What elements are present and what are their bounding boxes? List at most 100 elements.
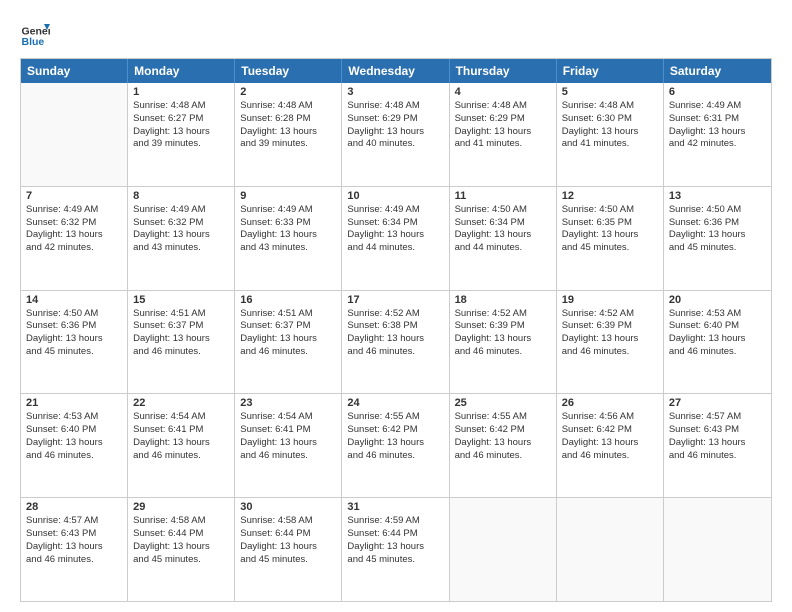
cell-info-line: Daylight: 13 hours — [240, 333, 336, 346]
cell-info-line: and 45 minutes. — [26, 346, 122, 359]
calendar-row: 21Sunrise: 4:53 AMSunset: 6:40 PMDayligh… — [21, 394, 771, 498]
page: General Blue SundayMondayTuesdayWednesda… — [0, 0, 792, 612]
day-number: 11 — [455, 190, 551, 202]
day-number: 4 — [455, 86, 551, 98]
day-number: 8 — [133, 190, 229, 202]
cell-info-line: Sunrise: 4:48 AM — [240, 100, 336, 113]
cell-info-line: Daylight: 13 hours — [133, 437, 229, 450]
calendar-row: 1Sunrise: 4:48 AMSunset: 6:27 PMDaylight… — [21, 83, 771, 187]
calendar-cell — [21, 83, 128, 186]
cell-info-line: Sunset: 6:29 PM — [347, 113, 443, 126]
calendar-cell — [557, 498, 664, 601]
cell-info-line: Sunrise: 4:49 AM — [133, 204, 229, 217]
cell-info-line: and 41 minutes. — [455, 138, 551, 151]
calendar-cell: 25Sunrise: 4:55 AMSunset: 6:42 PMDayligh… — [450, 394, 557, 497]
cell-info-line: Sunrise: 4:49 AM — [26, 204, 122, 217]
day-number: 30 — [240, 501, 336, 513]
cell-info-line: Sunset: 6:32 PM — [26, 217, 122, 230]
day-number: 9 — [240, 190, 336, 202]
weekday-header: Monday — [128, 59, 235, 83]
cell-info-line: Sunrise: 4:58 AM — [133, 515, 229, 528]
cell-info-line: Sunrise: 4:55 AM — [347, 411, 443, 424]
day-number: 7 — [26, 190, 122, 202]
cell-info-line: Sunrise: 4:52 AM — [347, 308, 443, 321]
cell-info-line: Daylight: 13 hours — [669, 437, 766, 450]
cell-info-line: Daylight: 13 hours — [133, 333, 229, 346]
cell-info-line: Sunset: 6:36 PM — [26, 320, 122, 333]
weekday-header: Friday — [557, 59, 664, 83]
calendar-cell: 19Sunrise: 4:52 AMSunset: 6:39 PMDayligh… — [557, 291, 664, 394]
cell-info-line: and 43 minutes. — [240, 242, 336, 255]
cell-info-line: Sunrise: 4:52 AM — [455, 308, 551, 321]
day-number: 1 — [133, 86, 229, 98]
day-number: 23 — [240, 397, 336, 409]
calendar-cell: 21Sunrise: 4:53 AMSunset: 6:40 PMDayligh… — [21, 394, 128, 497]
cell-info-line: Daylight: 13 hours — [455, 229, 551, 242]
cell-info-line: Sunrise: 4:56 AM — [562, 411, 658, 424]
calendar-header: SundayMondayTuesdayWednesdayThursdayFrid… — [21, 59, 771, 83]
day-number: 6 — [669, 86, 766, 98]
cell-info-line: Sunset: 6:31 PM — [669, 113, 766, 126]
calendar-cell — [664, 498, 771, 601]
day-number: 3 — [347, 86, 443, 98]
cell-info-line: and 44 minutes. — [347, 242, 443, 255]
cell-info-line: and 39 minutes. — [133, 138, 229, 151]
calendar-cell — [450, 498, 557, 601]
cell-info-line: Sunset: 6:42 PM — [347, 424, 443, 437]
cell-info-line: and 46 minutes. — [133, 450, 229, 463]
day-number: 17 — [347, 294, 443, 306]
calendar-cell: 15 Sunrise: 4:51 AMSunset: 6:37 PMDayligh… — [128, 291, 235, 394]
cell-info-line: Daylight: 13 hours — [133, 126, 229, 139]
cell-info-line: Sunset: 6:30 PM — [562, 113, 658, 126]
calendar-cell: 6Sunrise: 4:49 AMSunset: 6:31 PMDaylight… — [664, 83, 771, 186]
cell-info-line: Sunrise: 4:57 AM — [26, 515, 122, 528]
weekday-header: Tuesday — [235, 59, 342, 83]
cell-info-line: Daylight: 13 hours — [562, 126, 658, 139]
calendar-body: 1Sunrise: 4:48 AMSunset: 6:27 PMDaylight… — [21, 83, 771, 601]
cell-info-line: and 39 minutes. — [240, 138, 336, 151]
cell-info-line: Sunrise: 4:54 AM — [133, 411, 229, 424]
cell-info-line: Daylight: 13 hours — [347, 333, 443, 346]
cell-info-line: Daylight: 13 hours — [455, 126, 551, 139]
day-number: 18 — [455, 294, 551, 306]
calendar-cell: 17Sunrise: 4:52 AMSunset: 6:38 PMDayligh… — [342, 291, 449, 394]
calendar-cell: 11Sunrise: 4:50 AMSunset: 6:34 PMDayligh… — [450, 187, 557, 290]
calendar: SundayMondayTuesdayWednesdayThursdayFrid… — [20, 58, 772, 602]
cell-info-line: Sunset: 6:37 PM — [133, 320, 229, 333]
cell-info-line: Sunset: 6:44 PM — [240, 528, 336, 541]
cell-info-line: Sunrise: 4:55 AM — [455, 411, 551, 424]
cell-info-line: Sunset: 6:39 PM — [455, 320, 551, 333]
calendar-row: 7Sunrise: 4:49 AMSunset: 6:32 PMDaylight… — [21, 187, 771, 291]
cell-info-line: Sunrise: 4:59 AM — [347, 515, 443, 528]
calendar-cell: 4Sunrise: 4:48 AMSunset: 6:29 PMDaylight… — [450, 83, 557, 186]
calendar-cell: 28Sunrise: 4:57 AMSunset: 6:43 PMDayligh… — [21, 498, 128, 601]
day-number: 29 — [133, 501, 229, 513]
day-number: 20 — [669, 294, 766, 306]
cell-info-line: Daylight: 13 hours — [133, 229, 229, 242]
cell-info-line: and 42 minutes. — [26, 242, 122, 255]
cell-info-line: Daylight: 13 hours — [347, 437, 443, 450]
day-number: 15 — [133, 294, 229, 306]
cell-info-line: Sunrise: 4:48 AM — [133, 100, 229, 113]
cell-info-line: and 44 minutes. — [455, 242, 551, 255]
cell-info-line: and 46 minutes. — [562, 346, 658, 359]
cell-info-line: Sunset: 6:33 PM — [240, 217, 336, 230]
svg-text:Blue: Blue — [22, 36, 45, 48]
weekday-header: Sunday — [21, 59, 128, 83]
cell-info-line: and 45 minutes. — [133, 554, 229, 567]
cell-info-line: Sunset: 6:27 PM — [133, 113, 229, 126]
cell-info-line: and 42 minutes. — [669, 138, 766, 151]
cell-info-line: Daylight: 13 hours — [240, 126, 336, 139]
cell-info-line: Sunrise: 4:51 AM — [133, 308, 229, 321]
cell-info-line: Daylight: 13 hours — [455, 437, 551, 450]
cell-info-line: and 45 minutes. — [240, 554, 336, 567]
cell-info-line: Sunset: 6:37 PM — [240, 320, 336, 333]
cell-info-line: Sunrise: 4:50 AM — [26, 308, 122, 321]
cell-info-line: and 46 minutes. — [455, 450, 551, 463]
cell-info-line: Sunrise: 4:49 AM — [347, 204, 443, 217]
cell-info-line: Sunrise: 4:58 AM — [240, 515, 336, 528]
cell-info-line: and 43 minutes. — [133, 242, 229, 255]
cell-info-line: Sunrise: 4:54 AM — [240, 411, 336, 424]
day-number: 24 — [347, 397, 443, 409]
calendar-cell: 23Sunrise: 4:54 AMSunset: 6:41 PMDayligh… — [235, 394, 342, 497]
